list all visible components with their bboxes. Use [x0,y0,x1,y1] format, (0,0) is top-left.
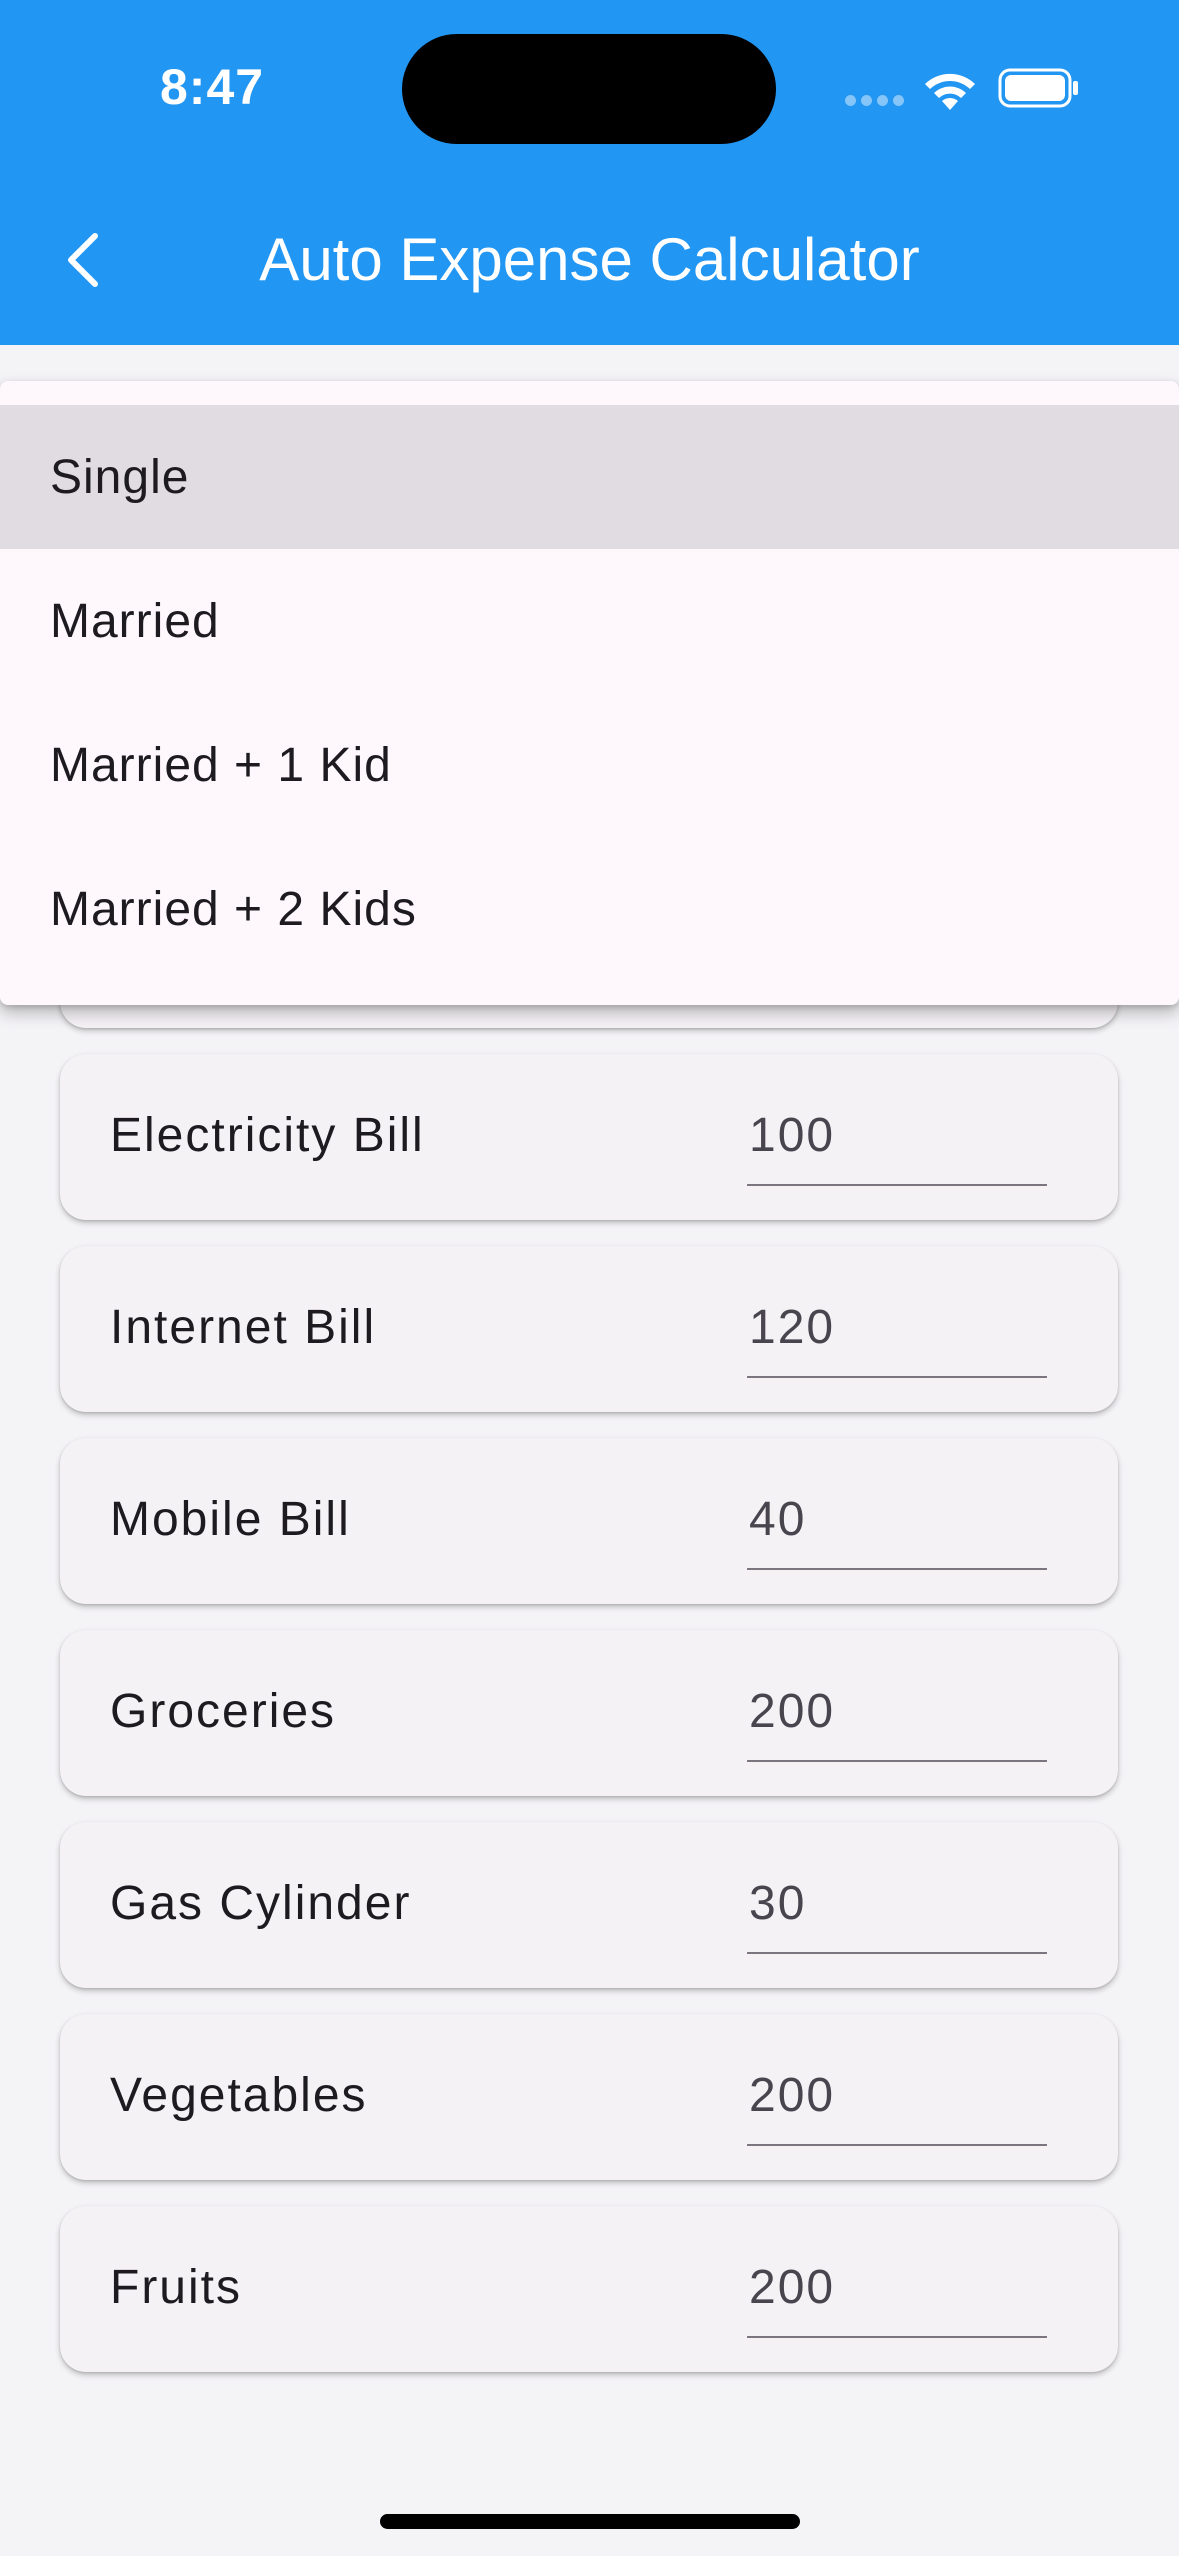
expense-label: Groceries [110,1685,337,1738]
dropdown-option[interactable]: Married + 1 Kid [0,693,1179,837]
expense-amount-value: 100 [749,1109,836,1162]
expense-amount-value: 200 [749,2069,836,2122]
expense-amount-value: 40 [749,1493,807,1546]
battery-icon [998,68,1078,108]
wifi-icon [925,73,975,110]
dropdown-option-label: Single [50,450,190,504]
expense-row: Internet Bill 120 [60,1246,1118,1412]
dynamic-island [402,34,776,144]
dropdown-option-label: Married + 2 Kids [50,882,417,936]
page-title: Auto Expense Calculator [259,226,920,293]
expense-amount-value: 200 [749,1685,836,1738]
cellular-signal-icon [845,95,905,107]
expense-row: Electricity Bill 100 [60,1054,1118,1220]
expense-label: Internet Bill [110,1301,377,1354]
expense-row: Groceries 200 [60,1630,1118,1796]
expense-amount-input[interactable]: 200 [747,2044,1047,2146]
expense-row: Fruits 200 [60,2206,1118,2372]
app-bar: 8:47 Auto Expense Calculator [0,0,1179,345]
expense-label: Electricity Bill [110,1109,425,1162]
expense-amount-value: 120 [749,1301,836,1354]
expense-amount-value: 200 [749,2261,836,2314]
dropdown-option[interactable]: Married + 2 Kids [0,837,1179,981]
expense-amount-input[interactable]: 100 [747,1084,1047,1186]
home-indicator [380,2514,800,2529]
expense-amount-input[interactable]: 40 [747,1468,1047,1570]
expense-row: Vegetables 200 [60,2014,1118,2180]
expense-label: Gas Cylinder [110,1877,412,1930]
expense-label: Mobile Bill [110,1493,351,1546]
dropdown-option[interactable]: Single [0,405,1179,549]
expense-amount-input[interactable]: 30 [747,1852,1047,1954]
expense-amount-input[interactable]: 200 [747,2236,1047,2338]
expense-amount-input[interactable]: 120 [747,1276,1047,1378]
household-type-dropdown-menu: Single Married Married + 1 Kid Married + 2 … [0,381,1179,1005]
expense-amount-input[interactable]: 200 [747,1660,1047,1762]
status-time: 8:47 [160,59,265,115]
expense-label: Vegetables [110,2069,368,2122]
dropdown-option-label: Married + 1 Kid [50,738,392,792]
expense-row: Mobile Bill 40 [60,1438,1118,1604]
dropdown-option[interactable]: Married [0,549,1179,693]
expense-row: Gas Cylinder 30 [60,1822,1118,1988]
dropdown-option-label: Married [50,594,220,648]
expense-amount-value: 30 [749,1877,807,1930]
expense-label: Fruits [110,2261,242,2314]
